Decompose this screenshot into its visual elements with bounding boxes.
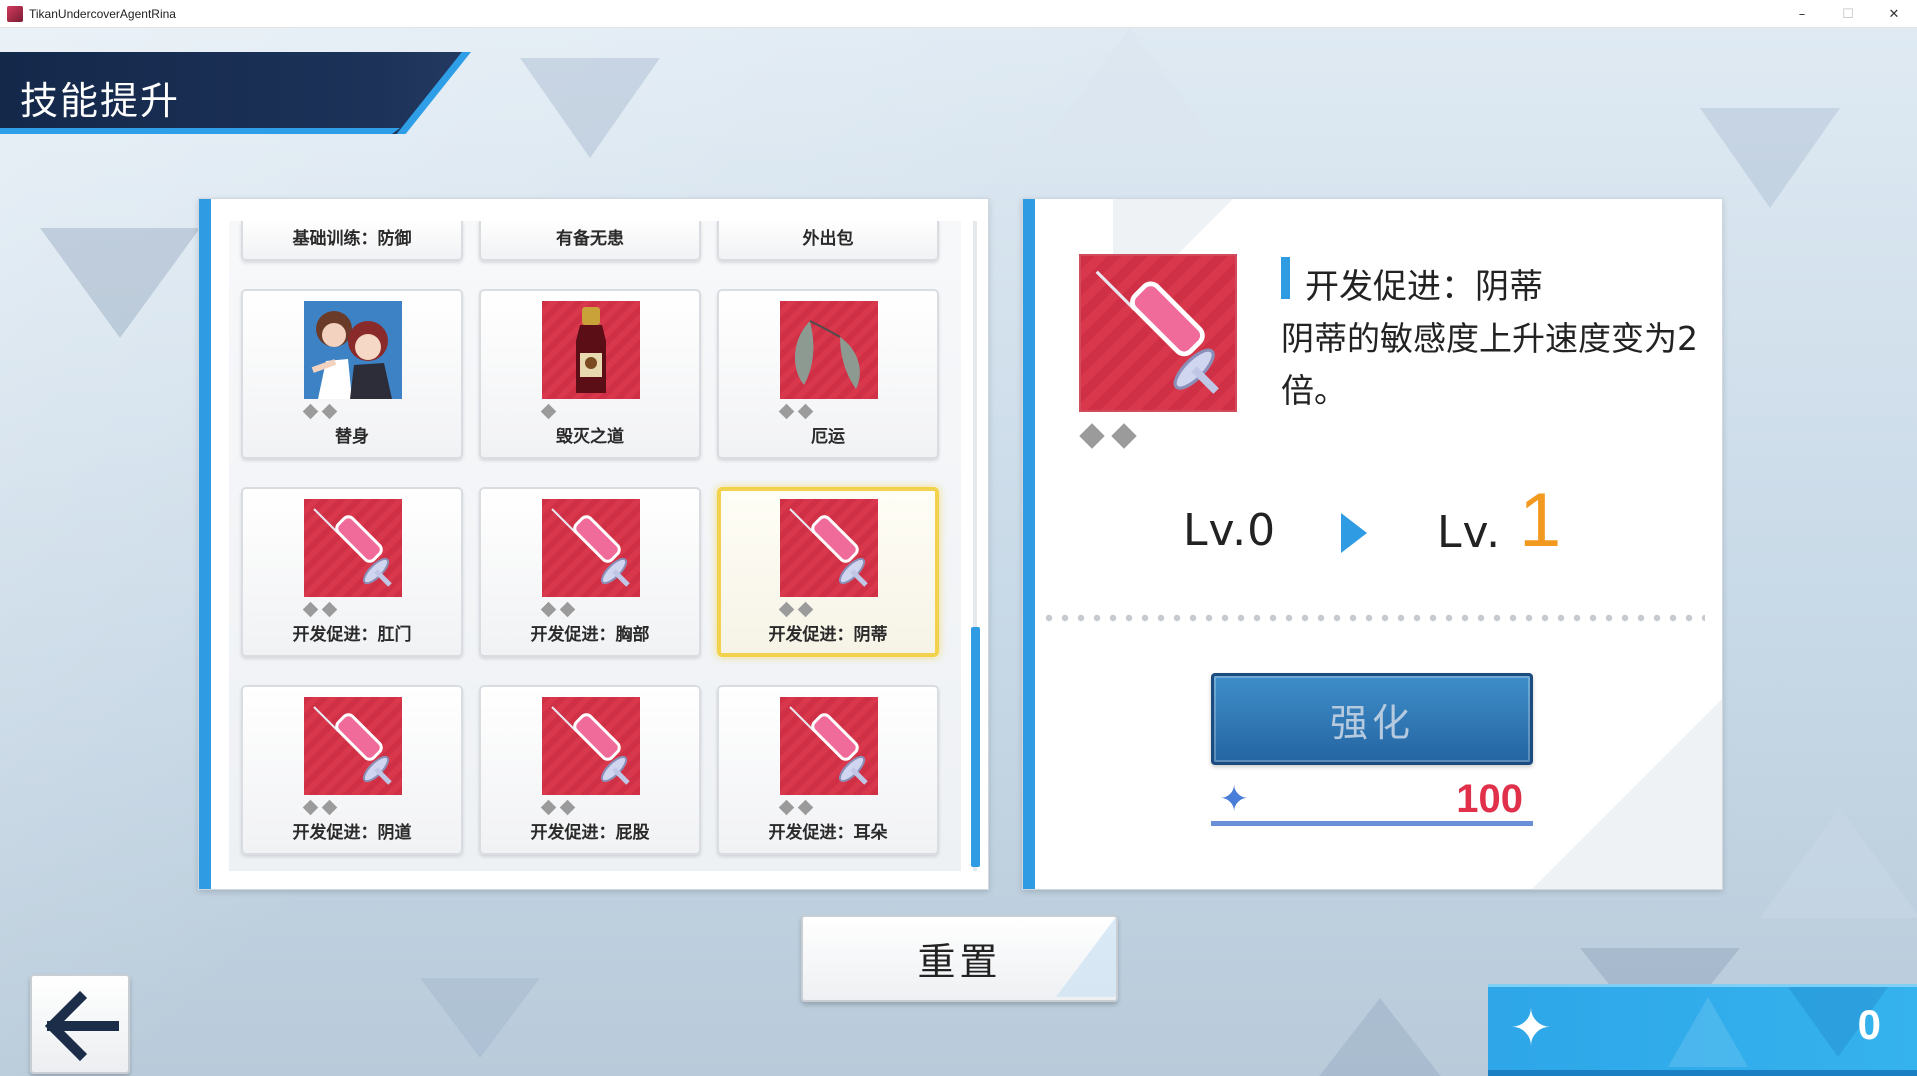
current-level: Lv.0 [1183, 505, 1277, 556]
panel-stripe [1488, 1070, 1917, 1076]
skill-level-pips [540, 403, 557, 420]
skill-level-pips [778, 403, 814, 420]
characters-portrait [304, 301, 402, 399]
window-title: TikanUndercoverAgentRina [29, 6, 176, 21]
scrollbar-thumb[interactable] [971, 627, 980, 867]
title-accent [1281, 257, 1290, 299]
skill-card[interactable]: 开发促进：阴道 [241, 685, 463, 855]
back-button[interactable] [30, 974, 130, 1074]
skill-label: 开发促进：阴道 [292, 823, 412, 843]
skill-label: 基础训练：防御 [292, 229, 412, 249]
skill-card[interactable]: 替身 [241, 289, 463, 459]
skill-grid[interactable]: 基础训练：防御 有备无患 外出包 替身 毁灭之道 厄运 开发促进：肛门 开发促进… [229, 221, 961, 871]
skill-level-pips [302, 403, 338, 420]
skill-label: 替身 [335, 427, 369, 447]
reset-label: 重置 [917, 940, 1002, 984]
skill-card[interactable]: 厄运 [717, 289, 939, 459]
next-level-label: Lv. [1437, 507, 1502, 558]
skill-label: 有备无患 [556, 229, 624, 249]
sparkle-icon: ✦ [1510, 999, 1552, 1057]
enhance-cost: 100 [1456, 777, 1523, 821]
skill-detail-panel: 开发促进：阴蒂 阴蒂的敏感度上升速度变为2倍。 Lv.0 Lv. 1 强化 ✦ … [1022, 198, 1723, 890]
cost-underline [1211, 821, 1533, 826]
level-arrow-icon [1341, 513, 1367, 553]
skill-title: 开发促进：阴蒂 [1305, 267, 1543, 307]
arrow-left-icon [44, 990, 119, 1062]
skill-label: 开发促进：肛门 [292, 625, 412, 645]
skill-level-pips [778, 601, 814, 618]
skill-description: 阴蒂的敏感度上升速度变为2倍。 [1281, 319, 1698, 410]
skill-label: 外出包 [802, 229, 854, 249]
window-titlebar: TikanUndercoverAgentRina – ☐ ✕ [0, 0, 1917, 28]
bottle-icon [542, 301, 640, 399]
skill-level-pips [778, 799, 814, 816]
feathers-icon [780, 301, 878, 399]
panel-decoration [1532, 699, 1722, 889]
skill-label: 开发促进：屁股 [530, 823, 650, 843]
skill-card[interactable]: 开发促进：屁股 [479, 685, 701, 855]
skill-card[interactable]: 开发促进：耳朵 [717, 685, 939, 855]
skill-label: 开发促进：耳朵 [768, 823, 888, 843]
skill-card[interactable]: 开发促进：胸部 [479, 487, 701, 657]
skill-card[interactable]: 基础训练：防御 [241, 221, 463, 261]
skill-level-pips [302, 799, 338, 816]
skill-card[interactable]: 有备无患 [479, 221, 701, 261]
skill-card[interactable]: 外出包 [717, 221, 939, 261]
button-decoration [1056, 917, 1116, 997]
skill-points-value: 0 [1857, 1001, 1881, 1048]
app-icon [7, 5, 23, 22]
header-underline [0, 128, 400, 134]
skill-level-pips [1079, 423, 1137, 449]
skill-card[interactable]: 毁灭之道 [479, 289, 701, 459]
syringe-icon [780, 697, 878, 795]
skill-card-selected[interactable]: 开发促进：阴蒂 [717, 487, 939, 657]
syringe-icon [542, 697, 640, 795]
close-button[interactable]: ✕ [1871, 0, 1917, 28]
maximize-button[interactable]: ☐ [1825, 0, 1871, 28]
sparkle-icon: ✦ [1219, 779, 1250, 820]
syringe-icon [304, 499, 402, 597]
divider [1041, 614, 1705, 622]
syringe-icon [304, 697, 402, 795]
syringe-icon [1079, 254, 1237, 412]
skill-label: 开发促进：阴蒂 [768, 625, 888, 645]
page-title: 技能提升 [20, 79, 181, 123]
enhance-button[interactable]: 强化 [1211, 673, 1533, 765]
panel-accent-bar [1023, 199, 1035, 889]
skill-level-pips [302, 601, 338, 618]
skill-label: 毁灭之道 [556, 427, 624, 447]
reset-button[interactable]: 重置 [801, 915, 1118, 1002]
skill-card[interactable]: 开发促进：肛门 [241, 487, 463, 657]
syringe-icon [542, 499, 640, 597]
minimize-button[interactable]: – [1779, 0, 1825, 28]
skill-label: 开发促进：胸部 [530, 625, 650, 645]
next-level-value: 1 [1519, 478, 1562, 563]
skill-level-pips [540, 799, 576, 816]
skill-list-panel: 基础训练：防御 有备无患 外出包 替身 毁灭之道 厄运 开发促进：肛门 开发促进… [198, 198, 989, 890]
skill-level-pips [540, 601, 576, 618]
panel-accent-bar [199, 199, 211, 889]
skill-label: 厄运 [811, 427, 845, 447]
syringe-icon [780, 499, 878, 597]
skill-points-panel: ✦ 0 [1488, 984, 1917, 1076]
